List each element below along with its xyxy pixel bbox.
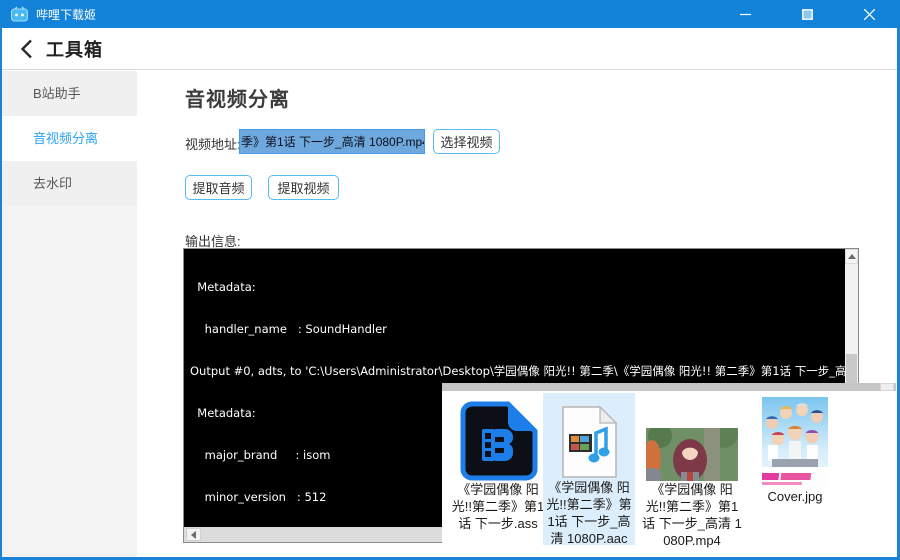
file-item-ass[interactable]: 《学园偶像 阳光!!第二季》第1话 下一步.ass <box>450 395 546 532</box>
maximize-icon <box>801 8 813 20</box>
file-item-mp4[interactable]: 《学园偶像 阳光!!第二季》第1话 下一步_高清 1080P.mp4 <box>642 395 742 549</box>
file-item-aac[interactable]: 《学园偶像 阳光!!第二季》第1话 下一步_高清 1080P.aac <box>543 393 635 546</box>
sidebar-item-av-separation[interactable]: 音视频分离 <box>2 116 137 161</box>
file-explorer-overlay: 《学园偶像 阳光!!第二季》第1话 下一步.ass 《学园偶像 阳光!!第二季》… <box>442 383 896 554</box>
video-path-input[interactable]: 季》第1话 下一步_高清 1080P.mp4 <box>239 129 425 154</box>
video-path-selected-text: 季》第1话 下一步_高清 1080P.mp4 <box>240 130 424 153</box>
back-button[interactable] <box>20 38 40 60</box>
minimize-button[interactable] <box>714 0 776 28</box>
file-label: 《学园偶像 阳光!!第二季》第1话 下一步_高清 1080P.mp4 <box>642 482 742 548</box>
video-thumbnail <box>646 428 738 481</box>
scroll-up-button[interactable] <box>845 249 858 264</box>
audio-file-icon <box>562 405 618 478</box>
app-tv-icon <box>11 6 28 22</box>
choose-video-button[interactable]: 选择视频 <box>433 129 500 154</box>
scroll-left-button[interactable] <box>186 528 201 541</box>
sidebar-item-watermark-removal[interactable]: 去水印 <box>2 161 137 206</box>
sidebar-item-bilibili-helper[interactable]: B站助手 <box>2 71 137 116</box>
file-item-cover[interactable]: Cover.jpg <box>747 395 843 505</box>
extract-video-button[interactable]: 提取视频 <box>268 175 339 200</box>
overlay-scroll-end-button[interactable] <box>880 383 894 391</box>
file-label: Cover.jpg <box>767 489 823 504</box>
video-path-label: 视频地址: <box>185 137 241 152</box>
app-title: 哔哩下载姬 <box>36 7 97 22</box>
page-title: 工具箱 <box>46 39 103 60</box>
back-arrow-icon <box>20 39 32 58</box>
overlay-scrollbar-strip[interactable] <box>442 383 896 391</box>
cover-thumbnail <box>762 397 828 488</box>
maximize-button[interactable] <box>776 0 838 28</box>
minimize-icon <box>739 13 751 15</box>
toolbar: 工具箱 <box>2 28 897 70</box>
sidebar: B站助手 音视频分离 去水印 <box>2 71 137 557</box>
extract-audio-button[interactable]: 提取音频 <box>185 175 252 200</box>
close-icon <box>863 8 875 20</box>
video-file-icon <box>460 401 538 481</box>
close-button[interactable] <box>838 0 900 28</box>
file-label: 《学园偶像 阳光!!第二季》第1话 下一步_高清 1080P.aac <box>546 480 632 546</box>
scroll-up-icon <box>847 254 856 259</box>
scroll-left-icon <box>191 530 196 539</box>
app-window: 哔哩下载姬 工具箱 B站助手 音视频分离 去水印 音视频分离 视频地址: 季》第… <box>0 0 900 560</box>
section-heading: 音视频分离 <box>185 89 290 111</box>
file-label: 《学园偶像 阳光!!第二季》第1话 下一步.ass <box>451 482 545 531</box>
title-bar: 哔哩下载姬 <box>0 0 900 28</box>
